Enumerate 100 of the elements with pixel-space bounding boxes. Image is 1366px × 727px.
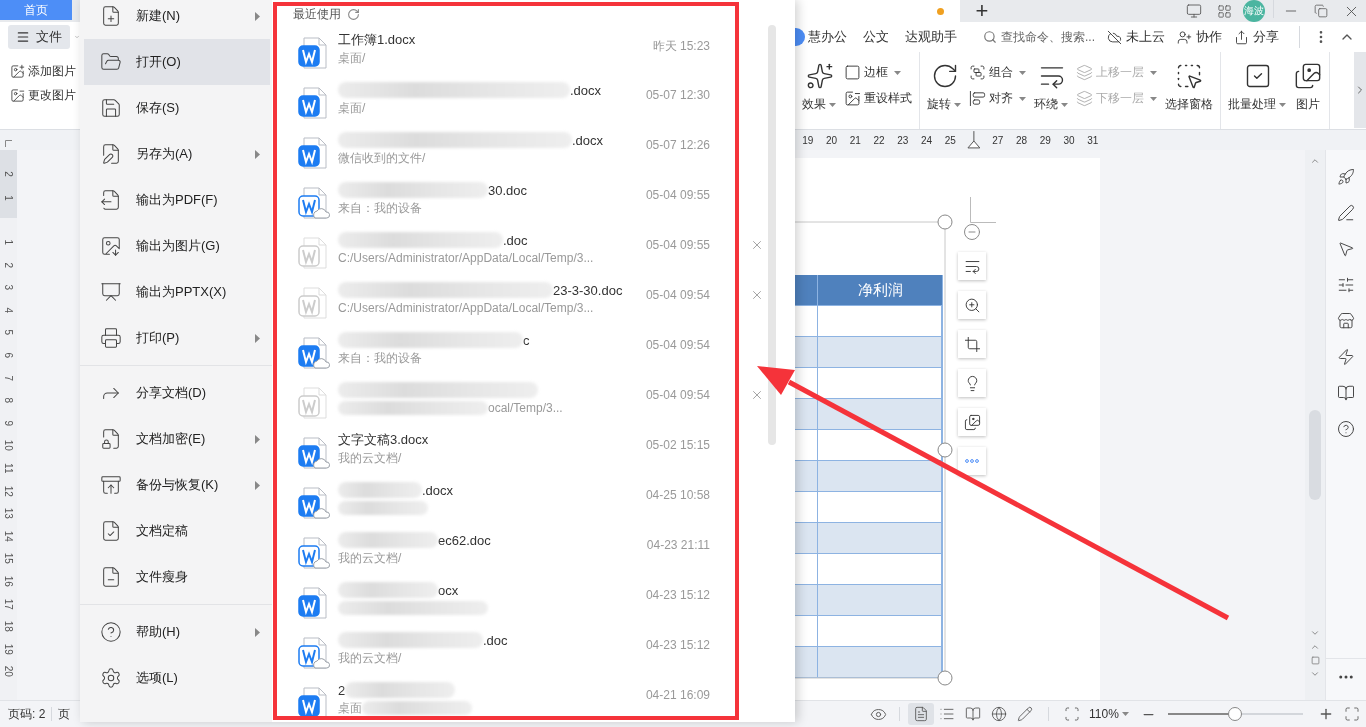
- ruler-number: 31: [1086, 134, 1100, 146]
- ruler-number: 2: [2, 261, 15, 270]
- section-title: 最近使用: [293, 5, 341, 23]
- ribbon-button[interactable]: 图片: [1294, 60, 1322, 113]
- file-path: 来自：我的设备: [338, 349, 422, 367]
- toolbar-button[interactable]: 协作: [1177, 28, 1222, 46]
- file-time: 05-04 09:54: [644, 287, 710, 304]
- recent-file-item[interactable]: 30.doc 来自：我的设备 05-04 09:55: [272, 178, 764, 228]
- file-name: ec62.doc: [438, 532, 491, 548]
- ribbon-button[interactable]: 添加图片: [10, 63, 76, 80]
- ruler-number: 24: [920, 134, 934, 146]
- recent-file-item[interactable]: .docx 微信收到的文件/ 05-07 12:26: [272, 128, 764, 178]
- ruler-number: 23: [896, 134, 910, 146]
- file-time: 05-07 12:26: [644, 137, 710, 154]
- ruler-number: 20: [825, 134, 839, 146]
- recent-file-item[interactable]: ocx 04-23 15:12: [272, 578, 764, 628]
- menu-item[interactable]: 输出为PPTX(X): [84, 269, 270, 315]
- ruler-number: 20: [2, 665, 15, 680]
- toolbar-button[interactable]: 分享: [1234, 28, 1279, 46]
- ribbon-button[interactable]: 环绕: [1034, 60, 1069, 113]
- file-path: C:/Users/Administrator/AppData/Local/Temp/3...: [338, 301, 594, 315]
- menu-tab[interactable]: 慧办公: [808, 28, 847, 46]
- recent-file-item[interactable]: .docx 04-25 10:58: [272, 478, 764, 528]
- menu-item[interactable]: 输出为图片(G): [84, 223, 270, 269]
- ruler-number: 7: [2, 374, 15, 383]
- file-path: 微信收到的文件/: [338, 149, 426, 167]
- ribbon-button[interactable]: 边框: [844, 64, 912, 81]
- recent-file-item[interactable]: .doc 我的云文档/ 04-23 15:12: [272, 628, 764, 678]
- file-time: 05-02 15:15: [644, 437, 710, 454]
- file-name: 工作簿1.docx: [338, 31, 416, 49]
- ribbon-button[interactable]: 旋转: [927, 60, 962, 113]
- ruler-number: 2: [2, 170, 15, 179]
- file-name: .docx: [570, 82, 602, 98]
- ruler-number: 22: [872, 134, 886, 146]
- ruler-number: 29: [1038, 134, 1052, 146]
- recent-file-item[interactable]: 23-3-30.doc C:/Users/Administrator/AppData/Local/Temp/3... 05-04 09:54: [272, 278, 764, 328]
- ribbon-button[interactable]: 效果: [802, 60, 837, 113]
- file-path: 桌面/: [338, 99, 366, 117]
- file-time: 05-04 09:55: [644, 237, 710, 254]
- ruler-number: 21: [848, 134, 862, 146]
- ruler-number: 8: [2, 396, 15, 406]
- menu-item[interactable]: 打印(P): [84, 315, 270, 361]
- ruler-number: 15: [2, 552, 15, 567]
- menu-item[interactable]: 打开(O): [84, 39, 270, 85]
- menu-item[interactable]: 文档定稿: [84, 508, 270, 554]
- file-time: 04-23 15:12: [644, 587, 710, 604]
- file-name: 文字文稿3.docx: [338, 431, 429, 449]
- ruler-number: 12: [2, 484, 15, 499]
- new-tab-button[interactable]: +: [970, 0, 994, 22]
- ribbon-button[interactable]: 重设样式: [844, 90, 912, 107]
- ruler-number: 5: [2, 328, 15, 338]
- menu-item[interactable]: 保存(S): [84, 85, 270, 131]
- menu-item[interactable]: 帮助(H): [84, 609, 270, 655]
- ruler-number: 19: [801, 134, 815, 146]
- file-time: 04-21 16:09: [644, 687, 710, 704]
- ribbon-button[interactable]: 更改图片: [10, 87, 76, 104]
- ribbon-button[interactable]: 批量处理: [1228, 60, 1287, 113]
- file-time: 05-07 12:30: [644, 87, 710, 104]
- ruler-number: 19: [2, 642, 15, 657]
- file-time: 05-04 09:54: [644, 387, 710, 404]
- file-time: 04-25 10:58: [644, 487, 710, 504]
- file-name: .docx: [572, 132, 604, 148]
- menu-item[interactable]: 选项(L): [84, 655, 270, 701]
- file-name: ocx: [438, 582, 459, 598]
- recent-file-item[interactable]: ec62.doc 我的云文档/ 04-23 21:11: [272, 528, 764, 578]
- recent-file-item[interactable]: 2 桌面 04-21 16:09: [272, 678, 764, 722]
- recent-file-item[interactable]: c 来自：我的设备 05-04 09:54: [272, 328, 764, 378]
- ruler-number: 6: [2, 351, 15, 361]
- menu-item[interactable]: 备份与恢复(K): [84, 462, 270, 508]
- ruler-number: 3: [2, 283, 15, 293]
- ruler-number: 4: [2, 306, 15, 315]
- recent-file-item[interactable]: .docx 桌面/ 05-07 12:30: [272, 78, 764, 128]
- recent-file-item[interactable]: 工作簿1.docx 桌面/ 昨天 15:23: [272, 28, 764, 78]
- menu-item[interactable]: 另存为(A): [84, 131, 270, 177]
- menu-tab[interactable]: 达观助手: [905, 28, 957, 46]
- ruler-number: 9: [2, 419, 15, 428]
- menu-item[interactable]: 文档加密(E): [84, 416, 270, 462]
- toolbar-button[interactable]: 未上云: [1107, 28, 1165, 46]
- file-menu-button[interactable]: 文件: [8, 25, 70, 49]
- menu-item[interactable]: 新建(N): [84, 0, 270, 39]
- menu-item[interactable]: 分享文档(D): [84, 370, 270, 416]
- file-path: C:/Users/Administrator/AppData/Local/Temp/3...: [338, 251, 594, 265]
- ribbon-button[interactable]: 选择窗格: [1165, 60, 1213, 113]
- file-name: .doc: [503, 232, 528, 248]
- file-path: 我的云文档/: [338, 549, 402, 567]
- ruler-number: 18: [2, 619, 15, 634]
- recent-file-item[interactable]: 文字文稿3.docx 我的云文档/ 05-02 15:15: [272, 428, 764, 478]
- menu-item[interactable]: 文件瘦身: [84, 554, 270, 600]
- table-header-cell-text: 净利润: [856, 279, 904, 300]
- file-time: 04-23 15:12: [644, 637, 710, 654]
- ribbon-button[interactable]: 组合: [969, 64, 1027, 81]
- file-time: 05-04 09:54: [644, 337, 710, 354]
- search-field[interactable]: 查找命令、搜索...: [983, 30, 1103, 44]
- recent-file-item[interactable]: .doc C:/Users/Administrator/AppData/Local/Temp/3... 05-04 09:55: [272, 228, 764, 278]
- file-path: 来自：我的设备: [338, 199, 422, 217]
- zoom-dropdown[interactable]: 110%: [1089, 707, 1130, 721]
- ruler-number: 1: [2, 194, 15, 203]
- menu-tab[interactable]: 公文: [863, 28, 889, 46]
- ribbon-button[interactable]: 对齐: [969, 90, 1027, 107]
- menu-item[interactable]: 输出为PDF(F): [84, 177, 270, 223]
